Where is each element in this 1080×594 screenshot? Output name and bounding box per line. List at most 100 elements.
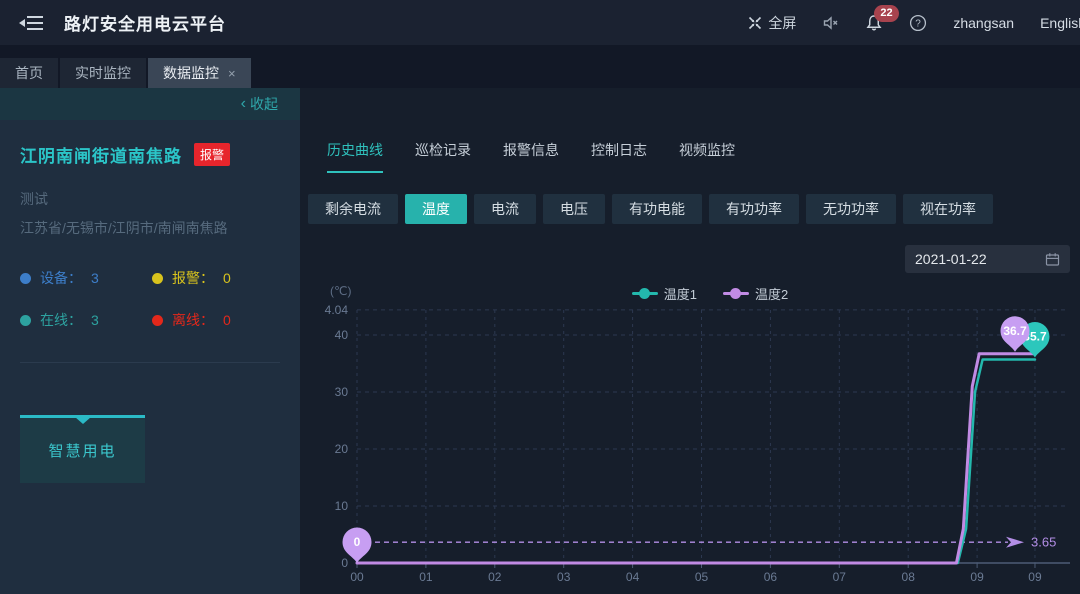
date-picker-row: 2021-01-22 <box>905 245 1070 273</box>
line-chart-canvas: 00 01 02 03 04 05 06 07 08 09 09 0 10 20 30 40 4.04 3.65 3… <box>300 280 1080 594</box>
stat-设备: 设备： 3 <box>20 268 152 288</box>
x-tick-label: 07 <box>833 570 847 584</box>
x-tick-label: 08 <box>902 570 916 584</box>
metric-button-剩余电流[interactable]: 剩余电流 <box>308 194 398 224</box>
series-line-温度2 <box>357 354 1035 563</box>
status-dot <box>20 315 31 326</box>
module-card-label: 智慧用电 <box>48 440 116 461</box>
stat-label: 报警： <box>172 268 214 288</box>
station-sidebar: 江阴南闸街道南焦路 报警 测试 江苏省/无锡市/江阴市/南闸南焦路 设备： 3 报警… <box>0 120 300 594</box>
x-tick-label: 02 <box>488 570 502 584</box>
x-tick-label: 04 <box>626 570 640 584</box>
y-tick-label: 30 <box>335 385 349 399</box>
stat-报警: 报警： 0 <box>152 268 280 288</box>
calendar-icon <box>1045 252 1060 267</box>
window-tab-数据监控[interactable]: 数据监控 × <box>148 58 251 88</box>
pin-label: 36.7 <box>1003 324 1027 338</box>
window-tabbar: 首页 实时监控 数据监控 × <box>0 45 1080 88</box>
stat-value: 0 <box>223 312 231 328</box>
help-icon: ? <box>909 14 927 32</box>
station-name: 江阴南闸街道南焦路 <box>20 142 182 167</box>
y-tick-label: 10 <box>335 499 349 513</box>
stat-label: 设备： <box>40 268 82 288</box>
metric-button-视在功率[interactable]: 视在功率 <box>903 194 993 224</box>
metric-button-温度[interactable]: 温度 <box>405 194 467 224</box>
metric-button-有功功率[interactable]: 有功功率 <box>709 194 799 224</box>
series-line-温度1 <box>357 360 1035 563</box>
y-tick-label: 40 <box>335 328 349 342</box>
date-picker-input[interactable]: 2021-01-22 <box>905 245 1070 273</box>
mark-line-label: 3.65 <box>1031 535 1056 550</box>
collapse-menu-icon[interactable] <box>18 13 44 33</box>
x-tick-label: 09 <box>970 570 984 584</box>
x-tick-label: 05 <box>695 570 709 584</box>
window-tab-label: 首页 <box>15 63 43 83</box>
x-tick-label: 00 <box>350 570 364 584</box>
y-tick-label: 4.04 <box>325 303 349 317</box>
tab-巡检记录[interactable]: 巡检记录 <box>415 140 471 173</box>
status-dot <box>152 273 163 284</box>
language-switch[interactable]: English <box>1040 15 1080 31</box>
x-tick-label: 09 <box>1028 570 1042 584</box>
triangle-down-icon <box>75 417 91 424</box>
station-subtitle: 测试 <box>20 189 280 209</box>
mark-line-arrow <box>1006 537 1024 548</box>
status-dot <box>152 315 163 326</box>
notification-count-badge: 22 <box>874 5 898 22</box>
fullscreen-label: 全屏 <box>768 13 796 33</box>
station-stats: 设备： 3 报警： 0 在线： 3 离线： 0 <box>20 268 280 330</box>
tab-视频监控[interactable]: 视频监控 <box>679 140 735 173</box>
speaker-muted-icon <box>822 15 839 31</box>
chevron-left-icon <box>241 95 246 113</box>
collapse-sidebar-button[interactable]: 收起 <box>241 94 278 114</box>
stat-value: 3 <box>91 312 99 328</box>
x-tick-label: 06 <box>764 570 778 584</box>
stat-value: 3 <box>91 270 99 286</box>
stat-label: 离线： <box>172 310 214 330</box>
notifications-button[interactable]: 22 <box>865 14 883 32</box>
stat-label: 在线： <box>40 310 82 330</box>
tab-历史曲线[interactable]: 历史曲线 <box>327 140 383 173</box>
station-address: 江苏省/无锡市/江阴市/南闸南焦路 <box>20 218 280 238</box>
window-tab-label: 数据监控 <box>163 63 219 83</box>
tab-报警信息[interactable]: 报警信息 <box>503 140 559 173</box>
stat-value: 0 <box>223 270 231 286</box>
status-dot <box>20 273 31 284</box>
page-title: 路灯安全用电云平台 <box>64 10 226 35</box>
pin-label: 0 <box>354 535 361 549</box>
collapse-label: 收起 <box>250 94 278 114</box>
header-actions: 全屏 22 ? zhangsan English <box>747 13 1080 33</box>
x-tick-label: 03 <box>557 570 571 584</box>
fullscreen-icon <box>747 15 763 31</box>
metric-button-有功电能[interactable]: 有功电能 <box>612 194 702 224</box>
station-title-row: 江阴南闸街道南焦路 报警 <box>20 142 280 167</box>
date-value: 2021-01-22 <box>915 251 987 267</box>
svg-text:?: ? <box>916 18 922 29</box>
user-menu[interactable]: zhangsan <box>953 15 1014 31</box>
metric-button-无功功率[interactable]: 无功功率 <box>806 194 896 224</box>
tab-控制日志[interactable]: 控制日志 <box>591 140 647 173</box>
main-content: 历史曲线巡检记录报警信息控制日志视频监控 剩余电流温度电流电压有功电能有功功率无… <box>300 88 1080 594</box>
metric-button-电流[interactable]: 电流 <box>474 194 536 224</box>
module-card-smart-power[interactable]: 智慧用电 <box>20 415 145 483</box>
sidebar-divider <box>20 362 280 363</box>
app-header: 路灯安全用电云平台 全屏 <box>0 0 1080 45</box>
sidebar-header-strip: 收起 <box>0 88 300 120</box>
window-tab-实时监控[interactable]: 实时监控 <box>60 58 146 88</box>
x-tick-label: 01 <box>419 570 433 584</box>
y-tick-label: 20 <box>335 442 349 456</box>
window-tab-label: 实时监控 <box>75 63 131 83</box>
stat-在线: 在线： 3 <box>20 310 152 330</box>
window-tab-首页[interactable]: 首页 <box>0 58 58 88</box>
y-tick-label: 0 <box>341 556 348 570</box>
metric-button-电压[interactable]: 电压 <box>543 194 605 224</box>
temperature-history-chart: (℃) 温度1温度2 00010203040506070809090102030… <box>300 280 1080 594</box>
metric-buttons-row: 剩余电流温度电流电压有功电能有功功率无功功率视在功率 <box>308 194 1080 224</box>
stat-离线: 离线： 0 <box>152 310 280 330</box>
close-tab-icon[interactable]: × <box>228 66 236 81</box>
help-button[interactable]: ? <box>909 14 927 32</box>
fullscreen-button[interactable]: 全屏 <box>747 13 796 33</box>
alarm-status-badge: 报警 <box>194 143 230 166</box>
mute-button[interactable] <box>822 15 839 31</box>
detail-tabs: 历史曲线巡检记录报警信息控制日志视频监控 <box>327 140 1080 173</box>
